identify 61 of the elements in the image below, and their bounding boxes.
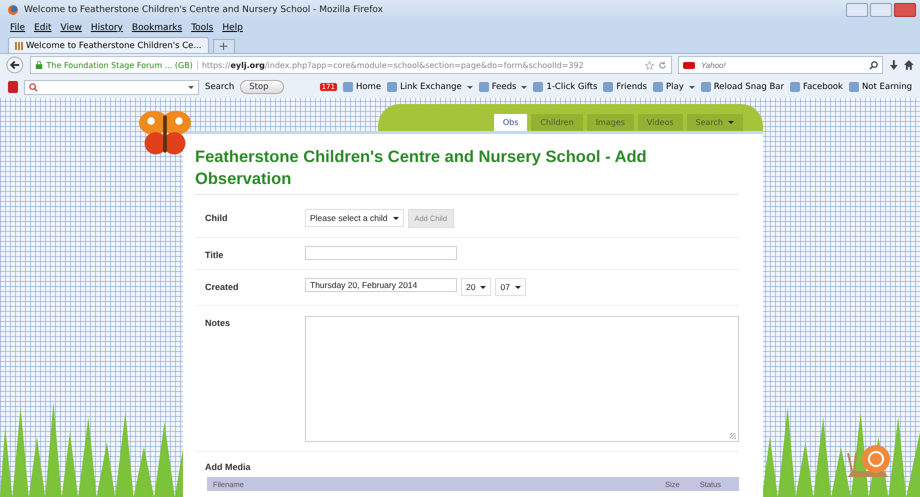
toolbar-icon [342, 82, 353, 92]
menu-item[interactable]: Tools [191, 23, 214, 33]
dropdown-arrow-icon[interactable] [466, 86, 473, 88]
search-icon[interactable] [868, 60, 878, 70]
nav-tab[interactable]: Obs [494, 114, 528, 131]
browser-tab[interactable]: Welcome to Featherstone Children's Ce... [8, 37, 209, 53]
browser-logo-icon [8, 5, 18, 15]
menu-item[interactable]: View [60, 23, 82, 33]
new-tab-button[interactable]: + [212, 39, 235, 53]
field-label: Notes [205, 317, 232, 330]
toolbar-link[interactable]: Friends [616, 82, 647, 92]
toolbar-icon [653, 82, 663, 92]
toolbar-icon [533, 82, 544, 92]
download-arrow-icon[interactable] [888, 60, 898, 70]
section-heading: Add Media [205, 461, 252, 472]
address-field[interactable]: The Foundation Stage Forum ... (GB) https://eylj.org/index.php?app=core&module=school&section=page&do=form&schoolId=392 [30, 56, 672, 74]
toolbar-menu[interactable]: Feeds [492, 82, 516, 92]
menu-item[interactable]: Bookmarks [132, 23, 182, 33]
dropdown[interactable]: Please select a child [305, 209, 404, 227]
toolbar-icon [603, 82, 614, 92]
toolbar-link[interactable]: Not Earning [862, 82, 912, 92]
toolbar-link[interactable]: Reload Snag Bar [714, 82, 784, 92]
dropdown-arrow-icon[interactable] [521, 86, 528, 88]
window-title: Welcome to Featherstone Children's Centre and Nursery School - Mozilla Firefox [24, 5, 384, 15]
stop-button[interactable]: Stop [240, 80, 284, 94]
dropdown-arrow-icon[interactable] [728, 121, 734, 124]
menu-item[interactable]: History [90, 23, 123, 33]
star-icon[interactable] [644, 60, 654, 70]
menu-item[interactable]: Edit [34, 23, 52, 33]
page-heading: Featherstone Children's Centre and Nursery School - Add Observation [195, 146, 739, 195]
dropdown-arrow-icon[interactable] [688, 86, 695, 88]
search-button[interactable]: Search [205, 82, 234, 92]
toolbar-menu[interactable]: Link Exchange [400, 82, 462, 92]
text-field[interactable] [305, 246, 457, 260]
toolbar-icon [848, 82, 859, 92]
resize-grip-icon[interactable] [730, 433, 736, 439]
toolbar-icon [700, 82, 711, 92]
favicon-icon [15, 42, 23, 50]
field-label: Title [205, 249, 224, 260]
field-label: Child [205, 212, 228, 225]
field-label: Created [205, 281, 240, 294]
toolbar-link[interactable]: Home [356, 82, 382, 92]
toolbar-link[interactable]: Facebook [802, 82, 843, 92]
home-icon[interactable] [904, 60, 914, 70]
toolbar-icon [790, 82, 800, 92]
toolbar-search-field[interactable] [24, 80, 200, 94]
menu-item[interactable]: File [10, 23, 26, 33]
text-field[interactable]: Thursday 20, February 2014 [305, 278, 457, 292]
dropdown-arrow-icon[interactable] [188, 86, 194, 88]
menu-item[interactable]: Help [222, 23, 243, 33]
search-icon [29, 82, 38, 92]
toolbar-icon [478, 82, 489, 92]
toolbar-menu[interactable]: Play [666, 82, 684, 92]
toolbar-link[interactable]: 1-Click Gifts [546, 82, 598, 92]
notes-field[interactable] [305, 316, 739, 442]
search-field[interactable]: Yahoo! [678, 56, 883, 74]
reload-icon[interactable] [658, 60, 667, 70]
dropdown[interactable]: 07 [495, 278, 526, 296]
toolbar-icon [387, 82, 398, 92]
dropdown[interactable]: 20 [461, 278, 492, 296]
lock-icon [34, 61, 43, 69]
